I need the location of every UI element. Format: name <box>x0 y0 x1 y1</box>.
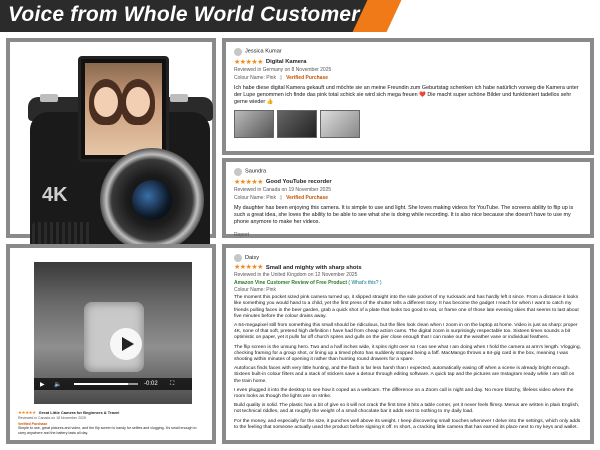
camera-lens <box>100 148 204 252</box>
reviewer-name: Daisy <box>245 254 259 261</box>
star-rating: ★★★★★ <box>234 179 263 187</box>
product-image-panel: 4K <box>6 38 216 262</box>
avatar <box>234 168 242 176</box>
video-progress-track[interactable] <box>74 383 138 385</box>
video-review-frame: ▶ 🔈 -0:02 ⛶ ★★★★★ Great Little Camera fo… <box>6 244 216 444</box>
review-paragraph: I even plugged it into the desktop to se… <box>234 387 574 400</box>
video-time: -0:02 <box>144 381 158 387</box>
review-images <box>234 110 582 139</box>
colour-name: Colour Name: Pink <box>234 75 276 82</box>
verified-badge: Verified Purchase <box>286 75 329 82</box>
review-image-thumbnail[interactable] <box>320 110 360 139</box>
camera-button <box>170 94 188 102</box>
volume-icon[interactable]: 🔈 <box>54 381 61 388</box>
review-card: Saundra ★★★★★ Good YouTube recorder Revi… <box>222 158 594 238</box>
fullscreen-icon[interactable]: ⛶ <box>170 381 174 388</box>
camera-flip-screen <box>78 56 169 162</box>
review-meta: Reviewed in Canada on 19 November 2025 <box>234 187 332 194</box>
verified-badge: Verified Purchase <box>286 195 329 202</box>
video-progress-fill <box>74 383 129 385</box>
review-body: Simple to use, great pictures and video,… <box>18 426 197 435</box>
camera-photo: 4K <box>6 38 216 262</box>
review-paragraph: The moment this pocket sized pink camera… <box>234 295 579 319</box>
banner-title: Voice from Whole World Customer <box>8 3 360 26</box>
person-face <box>126 87 150 117</box>
review-paragraph: The flip screen is the unsung hero. Two … <box>234 344 581 363</box>
vine-label: Amazon Vine Customer Review of Free Prod… <box>234 279 347 286</box>
review-card: Daisy ★★★★★ Small and mighty with sharp … <box>222 244 594 444</box>
review-meta: Reviewed in the United Kingdom on 12 Nov… <box>234 272 358 279</box>
review-paragraph: A 64-megapixel still from something this… <box>234 323 578 341</box>
camera-button <box>40 94 58 102</box>
review-paragraph: Build quality is solid. The plastic has … <box>234 403 580 415</box>
review-image-thumbnail[interactable] <box>277 110 317 139</box>
video-review-panel: ▶ 🔈 -0:02 ⛶ ★★★★★ Great Little Camera fo… <box>6 244 216 444</box>
review-image-thumbnail[interactable] <box>234 110 274 139</box>
review-card: Jessica Kumar ★★★★★ Digital Kamera Revie… <box>222 38 594 155</box>
avatar <box>234 254 242 262</box>
review-meta: Reviewed in Canada on 18 November 2025 <box>18 416 86 421</box>
review-meta: Reviewed in Germany on 8 November 2025 <box>234 67 332 74</box>
avatar <box>234 48 242 56</box>
colour-name: Colour Name: Pink <box>234 195 276 202</box>
review-title[interactable]: Good YouTube recorder <box>266 179 332 186</box>
star-rating: ★★★★★ <box>18 410 36 415</box>
reviewer-name: Saundra <box>245 168 267 175</box>
review-body: My daughter has been enjoying this camer… <box>234 205 574 226</box>
vine-info-link[interactable]: ( What's this? ) <box>348 280 381 286</box>
camera-4k-badge: 4K <box>42 184 68 206</box>
review-title[interactable]: Small and mighty with sharp shots <box>266 265 362 271</box>
review-body: Ich habe diese digital Kamera gekauft un… <box>234 85 579 106</box>
star-rating: ★★★★★ <box>234 59 263 67</box>
review-paragraph: Autofocus finds faces with very little h… <box>234 366 575 384</box>
review-body: The moment this pocket sized pink camera… <box>234 295 582 431</box>
play-icon[interactable] <box>110 328 142 360</box>
selfie-photo <box>85 63 162 155</box>
header-banner: Voice from Whole World Customer <box>0 0 600 32</box>
review-title[interactable]: Digital Kamera <box>266 59 307 66</box>
play-pause-icon[interactable]: ▶ <box>40 381 45 388</box>
review-paragraph: For the money, and especially for the si… <box>234 418 581 430</box>
video-review-text: ★★★★★ Great Little Camera for Beginners … <box>18 408 204 435</box>
report-link[interactable]: Report <box>234 232 582 239</box>
reviewer-name: Jessica Kumar <box>245 48 282 55</box>
star-rating: ★★★★★ <box>234 264 263 271</box>
colour-name: Colour Name: Pink <box>234 286 276 293</box>
person-face <box>94 87 118 117</box>
review-title[interactable]: Great Little Camera for Beginners & Trav… <box>39 410 120 415</box>
lens-glass <box>132 180 172 220</box>
video-controls: ▶ 🔈 -0:02 ⛶ <box>34 378 192 390</box>
